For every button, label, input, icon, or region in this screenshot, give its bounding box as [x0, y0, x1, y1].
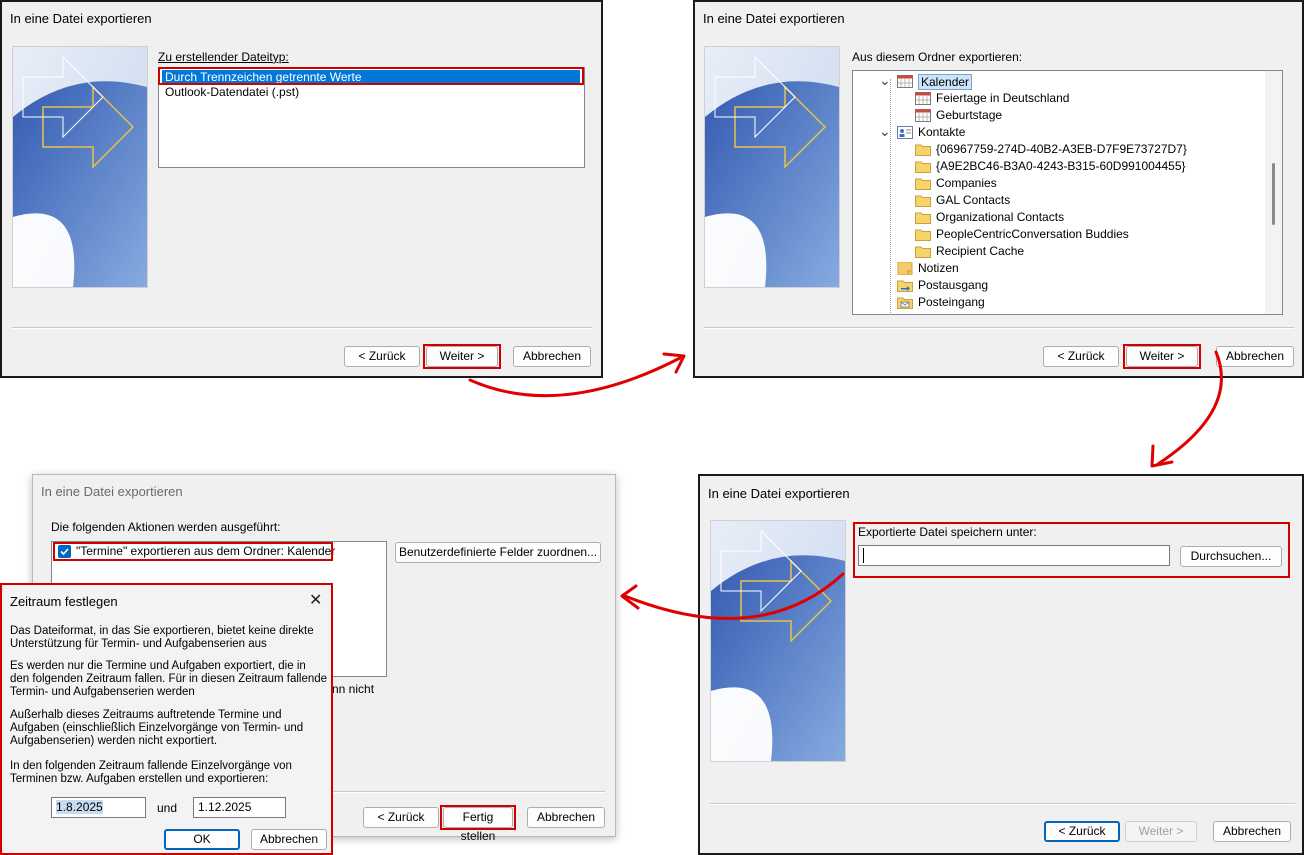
- range-text-3: Außerhalb dieses Zeitraums auftretende T…: [10, 709, 304, 747]
- finish-button[interactable]: Fertig stellen: [443, 807, 513, 843]
- dialog-title: In eine Datei exportieren: [10, 11, 152, 26]
- folder-icon: [915, 177, 931, 190]
- tree-item[interactable]: Feiertage in Deutschland: [915, 90, 1275, 107]
- browse-button[interactable]: Durchsuchen...: [1180, 546, 1282, 567]
- tree-item-label: Recipient Cache: [936, 244, 1025, 258]
- notes-icon: [897, 261, 913, 276]
- calendar-icon: [915, 92, 931, 105]
- back-button[interactable]: < Zurück: [1044, 821, 1120, 842]
- file-path-input[interactable]: [858, 545, 1170, 566]
- dialog-title: In eine Datei exportieren: [703, 11, 845, 26]
- tree-item-label: Posteingang: [918, 295, 985, 309]
- tree-item[interactable]: Postausgang: [897, 277, 1257, 294]
- cancel-button[interactable]: Abbrechen: [1216, 346, 1294, 367]
- range-text-1: Das Dateiformat, in das Sie exportieren,…: [10, 625, 314, 650]
- start-date-value: 1.8.2025: [56, 800, 103, 814]
- tree-item[interactable]: Kalender: [897, 73, 1257, 90]
- tree-item-label: {A9E2BC46-B3A0-4243-B315-60D991004455}: [936, 159, 1186, 173]
- folder-icon: [915, 211, 931, 224]
- tree-item-label: Postausgang: [918, 278, 989, 292]
- back-button[interactable]: < Zurück: [363, 807, 439, 828]
- export-dialog-step1: In eine Datei exportieren Zu erstellende…: [0, 0, 603, 378]
- partial-text: nn nicht: [332, 682, 375, 696]
- contact-card-icon: [897, 126, 913, 139]
- range-dialog-title: Zeitraum festlegen: [10, 594, 118, 609]
- tree-item-label: Geburtstage: [936, 108, 1003, 122]
- range-text-2: Es werden nur die Termine und Aufgaben e…: [10, 660, 328, 698]
- tree-item[interactable]: {A9E2BC46-B3A0-4243-B315-60D991004455}: [915, 158, 1275, 175]
- cancel-button[interactable]: Abbrechen: [1213, 821, 1291, 842]
- outbox-icon: [897, 279, 913, 292]
- wizard-graphic: [710, 520, 846, 762]
- start-date-input[interactable]: 1.8.2025: [51, 797, 146, 818]
- dialog-title: In eine Datei exportieren: [708, 486, 850, 501]
- map-fields-button[interactable]: Benutzerdefinierte Felder zuordnen...: [395, 542, 601, 563]
- calendar-icon: [915, 109, 931, 122]
- wizard-arrow-graphic-icon: [705, 47, 839, 287]
- tree-item-label: Feiertage in Deutschland: [936, 91, 1070, 105]
- tree-item[interactable]: {06967759-274D-40B2-A3EB-D7F9E73727D7}: [915, 141, 1275, 158]
- text-cursor: [863, 548, 864, 563]
- cancel-button[interactable]: Abbrechen: [513, 346, 591, 367]
- list-item[interactable]: Outlook-Datendatei (.pst): [162, 85, 302, 100]
- range-text-4: In den folgenden Zeitraum fallende Einze…: [10, 760, 292, 785]
- tree-item[interactable]: Companies: [915, 175, 1275, 192]
- export-dialog-step3: In eine Datei exportieren Exportierte Da…: [698, 474, 1304, 855]
- tree-item-label: GAL Contacts: [936, 193, 1011, 207]
- action-item: "Termine" exportieren aus dem Ordner: Ka…: [76, 544, 336, 558]
- folder-icon: [915, 194, 931, 207]
- save-as-label: Exportierte Datei speichern unter:: [858, 525, 1037, 539]
- action-checkbox[interactable]: [58, 545, 71, 558]
- tree-item[interactable]: Notizen: [897, 260, 1257, 277]
- cancel-button[interactable]: Abbrechen: [527, 807, 605, 828]
- folder-icon: [915, 228, 931, 241]
- date-range-dialog: Zeitraum festlegen ✕ Das Dateiformat, in…: [0, 583, 333, 855]
- folder-label: Aus diesem Ordner exportieren:: [852, 50, 1023, 64]
- tree-item-label: {06967759-274D-40B2-A3EB-D7F9E73727D7}: [936, 142, 1187, 156]
- export-dialog-step2: In eine Datei exportieren Aus diesem Ord…: [693, 0, 1304, 378]
- scrollbar[interactable]: [1265, 71, 1282, 314]
- inbox-icon: [897, 296, 913, 309]
- filetype-listbox[interactable]: Durch Trennzeichen getrennte Werte Outlo…: [158, 67, 585, 168]
- wizard-arrow-graphic-icon: [711, 521, 845, 761]
- tree-item[interactable]: Posteingang: [897, 294, 1257, 311]
- and-label: und: [157, 801, 178, 815]
- filetype-label: Zu erstellender Dateityp:: [158, 50, 289, 64]
- folder-icon: [915, 143, 931, 156]
- next-button[interactable]: Weiter >: [426, 346, 498, 367]
- tree-item[interactable]: GAL Contacts: [915, 192, 1275, 209]
- end-date-input[interactable]: 1.12.2025: [193, 797, 286, 818]
- tree-item[interactable]: Kontakte: [897, 124, 1257, 141]
- wizard-graphic: [704, 46, 840, 288]
- tree-item[interactable]: Recipient Cache: [915, 243, 1275, 260]
- wizard-graphic: [12, 46, 148, 288]
- next-button[interactable]: Weiter >: [1125, 821, 1197, 842]
- folder-tree[interactable]: ⌄ Kalender Feiertage in Deutschland Geburts…: [852, 70, 1283, 315]
- close-icon[interactable]: ✕: [309, 590, 322, 610]
- tree-item[interactable]: Geburtstage: [915, 107, 1275, 124]
- tree-item-label: Kalender: [918, 74, 973, 90]
- tree-item-label: Companies: [936, 176, 997, 190]
- cancel-button[interactable]: Abbrechen: [251, 829, 327, 850]
- dialog-title: In eine Datei exportieren: [41, 484, 183, 499]
- ok-button[interactable]: OK: [164, 829, 240, 850]
- calendar-icon: [897, 75, 913, 88]
- tree-connector: [890, 79, 891, 314]
- next-button[interactable]: Weiter >: [1126, 346, 1198, 367]
- chevron-down-icon[interactable]: ⌄: [879, 124, 891, 138]
- back-button[interactable]: < Zurück: [344, 346, 420, 367]
- tree-item-label: Kontakte: [918, 125, 966, 139]
- folder-icon: [915, 160, 931, 173]
- actions-label: Die folgenden Aktionen werden ausgeführt…: [51, 520, 281, 534]
- folder-icon: [915, 245, 931, 258]
- tree-item-label: Notizen: [918, 261, 959, 275]
- tree-item[interactable]: Organizational Contacts: [915, 209, 1275, 226]
- list-item[interactable]: Durch Trennzeichen getrennte Werte: [162, 70, 580, 85]
- tree-item-label: PeopleCentricConversation Buddies: [936, 227, 1129, 241]
- back-button[interactable]: < Zurück: [1043, 346, 1119, 367]
- wizard-arrow-graphic-icon: [13, 47, 147, 287]
- tree-item-label: Organizational Contacts: [936, 210, 1065, 224]
- tree-item[interactable]: PeopleCentricConversation Buddies: [915, 226, 1275, 243]
- chevron-down-icon[interactable]: ⌄: [879, 73, 891, 87]
